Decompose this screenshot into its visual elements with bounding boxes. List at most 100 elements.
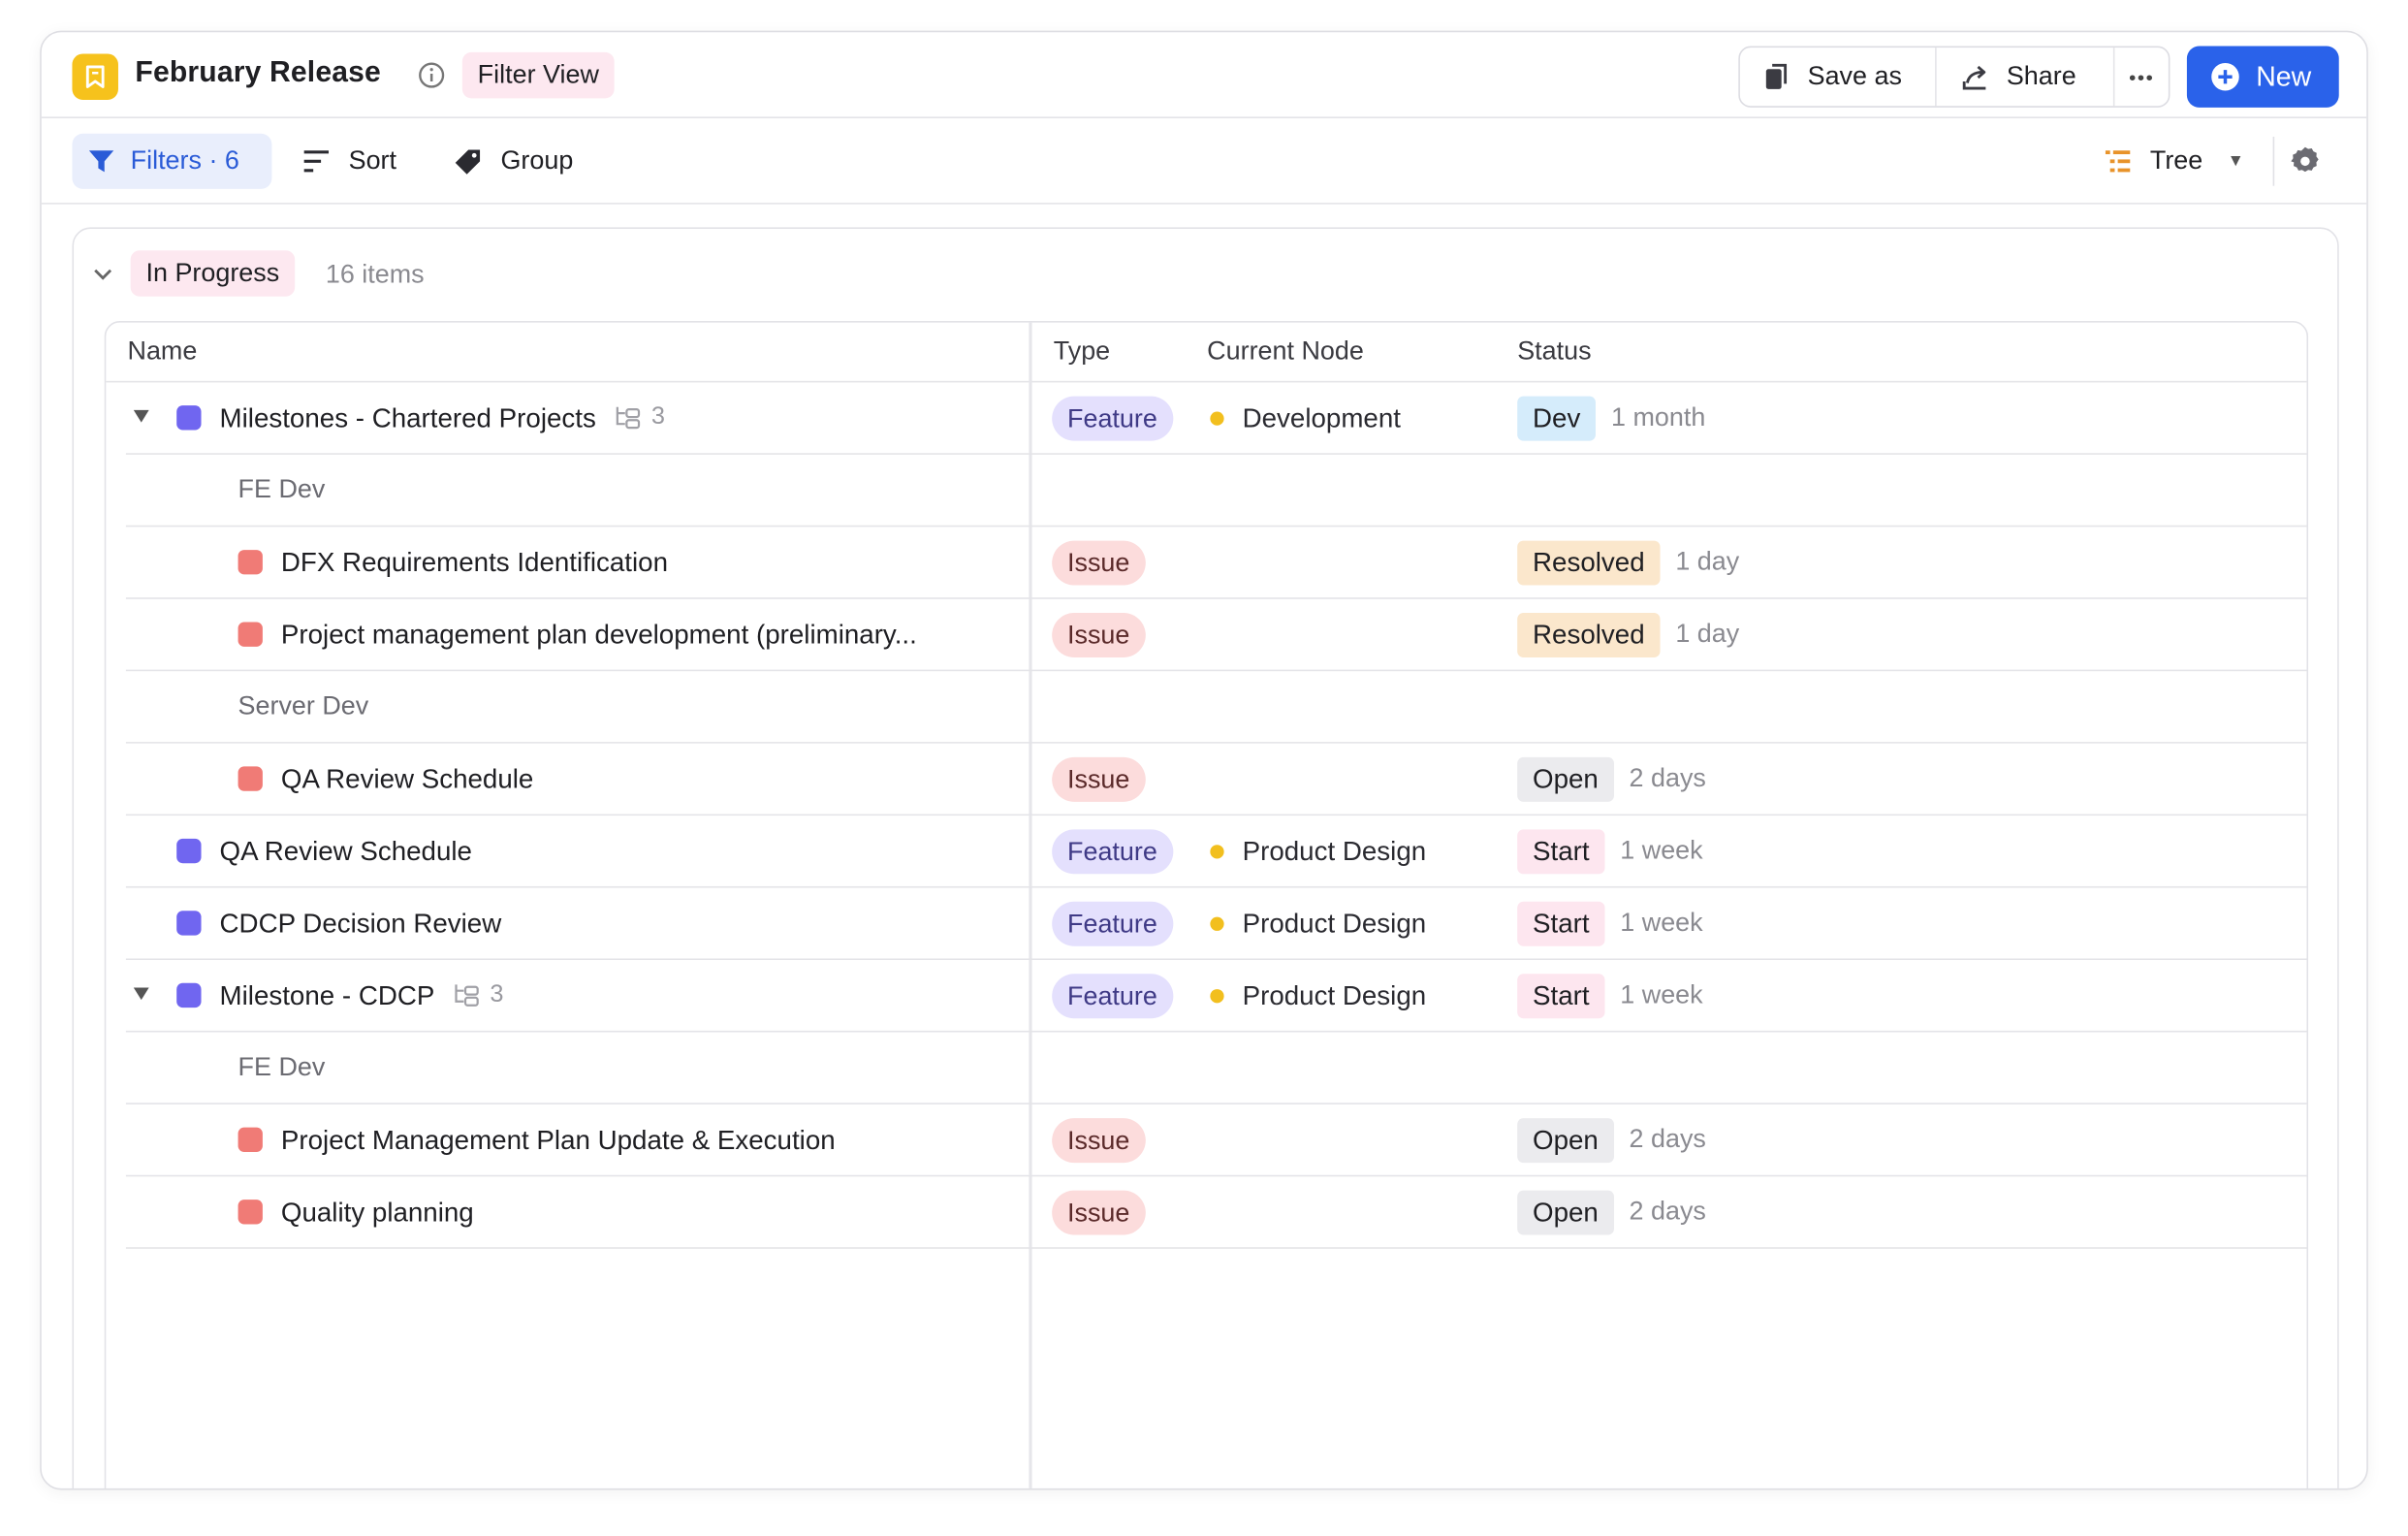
type-badge[interactable]: Issue <box>1052 1189 1146 1234</box>
name-cell[interactable]: CDCP Decision Review <box>176 888 501 959</box>
type-cell[interactable]: Issue <box>1052 1104 1146 1175</box>
subitems-icon <box>455 984 479 1007</box>
status-cell[interactable]: Start 1 week <box>1517 816 1703 886</box>
group-status-badge[interactable]: In Progress <box>130 250 296 297</box>
expand-caret-icon[interactable] <box>133 409 149 423</box>
issue-type-icon <box>238 1200 263 1225</box>
status-cell[interactable]: Start 1 week <box>1517 960 1703 1031</box>
status-cell[interactable]: Open 2 days <box>1517 744 1706 815</box>
type-badge[interactable]: Issue <box>1052 1117 1146 1163</box>
view-badge[interactable]: Filter View <box>461 51 615 99</box>
name-cell[interactable]: Project Management Plan Update & Executi… <box>238 1104 836 1175</box>
subitem-indicator[interactable]: 3 <box>453 981 504 1009</box>
item-name[interactable]: Quality planning <box>281 1196 474 1228</box>
section-row: FE Dev <box>125 455 2307 528</box>
save-as-label: Save as <box>1807 61 1902 91</box>
more-options-button[interactable]: ••• <box>2115 48 2169 106</box>
status-cell[interactable]: Resolved 1 day <box>1517 599 1739 670</box>
status-badge[interactable]: Start <box>1517 901 1605 945</box>
issue-type-icon <box>238 766 263 791</box>
status-cell[interactable]: Open 2 days <box>1517 1176 1706 1247</box>
type-cell[interactable]: Feature <box>1052 382 1173 453</box>
type-cell[interactable]: Issue <box>1052 527 1146 597</box>
status-badge[interactable]: Open <box>1517 1189 1614 1234</box>
name-cell[interactable]: Milestones - Chartered Projects 3 <box>176 382 665 453</box>
status-badge[interactable]: Start <box>1517 828 1605 874</box>
info-icon[interactable] <box>418 61 446 89</box>
type-cell[interactable]: Feature <box>1052 888 1173 959</box>
name-cell[interactable]: Milestone - CDCP 3 <box>176 960 504 1031</box>
item-name[interactable]: Project management plan development (pre… <box>281 619 917 651</box>
type-cell[interactable]: Feature <box>1052 816 1173 886</box>
type-badge[interactable]: Feature <box>1052 395 1173 440</box>
current-node-cell[interactable]: Product Design <box>1210 816 1426 886</box>
new-button[interactable]: New <box>2186 46 2339 108</box>
save-as-button[interactable]: Save as <box>1740 48 1936 107</box>
item-name[interactable]: Milestones - Chartered Projects <box>220 401 596 433</box>
expand-caret-icon[interactable] <box>133 987 149 1001</box>
status-badge[interactable]: Open <box>1517 1117 1614 1163</box>
type-badge[interactable]: Issue <box>1052 756 1146 802</box>
type-badge[interactable]: Feature <box>1052 828 1173 874</box>
status-badge[interactable]: Start <box>1517 973 1605 1018</box>
section-label: FE Dev <box>238 1032 326 1103</box>
type-cell[interactable]: Issue <box>1052 599 1146 670</box>
table-row[interactable]: Quality planning Issue Open 2 days <box>125 1176 2307 1249</box>
share-label: Share <box>2006 61 2076 91</box>
subitem-indicator[interactable]: 3 <box>615 404 665 432</box>
column-header-type[interactable]: Type <box>1054 336 1110 368</box>
table-row[interactable]: Project management plan development (pre… <box>125 599 2307 672</box>
table-row[interactable]: DFX Requirements Identification Issue Reso… <box>125 527 2307 599</box>
item-name[interactable]: QA Review Schedule <box>281 762 533 794</box>
status-cell[interactable]: Dev 1 month <box>1517 382 1705 453</box>
status-badge[interactable]: Open <box>1517 756 1614 802</box>
item-name[interactable]: Milestone - CDCP <box>220 979 435 1011</box>
table-row[interactable]: QA Review Schedule Issue Open 2 days <box>125 744 2307 816</box>
type-cell[interactable]: Issue <box>1052 1176 1146 1247</box>
current-node-cell[interactable]: Product Design <box>1210 960 1426 1031</box>
item-name[interactable]: DFX Requirements Identification <box>281 546 668 578</box>
view-mode-label: Tree <box>2149 145 2203 176</box>
type-badge[interactable]: Feature <box>1052 973 1173 1018</box>
type-cell[interactable]: Issue <box>1052 744 1146 815</box>
name-cell[interactable]: Project management plan development (pre… <box>238 599 917 670</box>
status-badge[interactable]: Resolved <box>1517 612 1661 657</box>
group-item-count: 16 items <box>325 259 425 289</box>
type-badge[interactable]: Feature <box>1052 901 1173 945</box>
name-cell[interactable]: QA Review Schedule <box>176 816 472 886</box>
filters-button[interactable]: Filters · 6 <box>72 133 272 189</box>
table-row[interactable]: Milestone - CDCP 3 Feature Product Design St… <box>125 960 2307 1033</box>
table-row[interactable]: CDCP Decision Review Feature Product Desig… <box>125 888 2307 960</box>
group-button[interactable]: Group <box>453 134 573 189</box>
status-badge[interactable]: Resolved <box>1517 539 1661 585</box>
table-row[interactable]: Project Management Plan Update & Executi… <box>125 1104 2307 1177</box>
table-row[interactable]: Milestones - Chartered Projects 3 Feature D… <box>125 382 2307 455</box>
status-duration: 2 days <box>1629 1124 1706 1154</box>
type-badge[interactable]: Issue <box>1052 612 1146 657</box>
status-cell[interactable]: Start 1 week <box>1517 888 1703 959</box>
item-name[interactable]: CDCP Decision Review <box>220 907 502 939</box>
collapse-chevron-icon[interactable] <box>92 263 113 291</box>
current-node-cell[interactable]: Product Design <box>1210 888 1426 959</box>
column-header-name[interactable]: Name <box>127 336 197 368</box>
sort-label: Sort <box>348 145 397 176</box>
sort-button[interactable]: Sort <box>302 134 396 189</box>
type-badge[interactable]: Issue <box>1052 539 1146 585</box>
share-button[interactable]: Share <box>1936 48 2115 107</box>
view-mode-dropdown[interactable]: Tree ▼ <box>2104 134 2244 189</box>
column-header-current-node[interactable]: Current Node <box>1207 336 1364 368</box>
item-name[interactable]: Project Management Plan Update & Executi… <box>281 1124 836 1156</box>
status-cell[interactable]: Resolved 1 day <box>1517 527 1739 597</box>
name-cell[interactable]: QA Review Schedule <box>238 744 533 815</box>
status-badge[interactable]: Dev <box>1517 395 1597 440</box>
feature-type-icon <box>176 838 202 864</box>
current-node-cell[interactable]: Development <box>1210 382 1401 453</box>
item-name[interactable]: QA Review Schedule <box>220 835 472 867</box>
status-cell[interactable]: Open 2 days <box>1517 1104 1706 1175</box>
type-cell[interactable]: Feature <box>1052 960 1173 1031</box>
settings-gear-icon[interactable] <box>2290 145 2321 176</box>
column-header-status[interactable]: Status <box>1517 336 1591 368</box>
table-row[interactable]: QA Review Schedule Feature Product Design S… <box>125 816 2307 888</box>
name-cell[interactable]: DFX Requirements Identification <box>238 527 668 597</box>
name-cell[interactable]: Quality planning <box>238 1176 474 1247</box>
